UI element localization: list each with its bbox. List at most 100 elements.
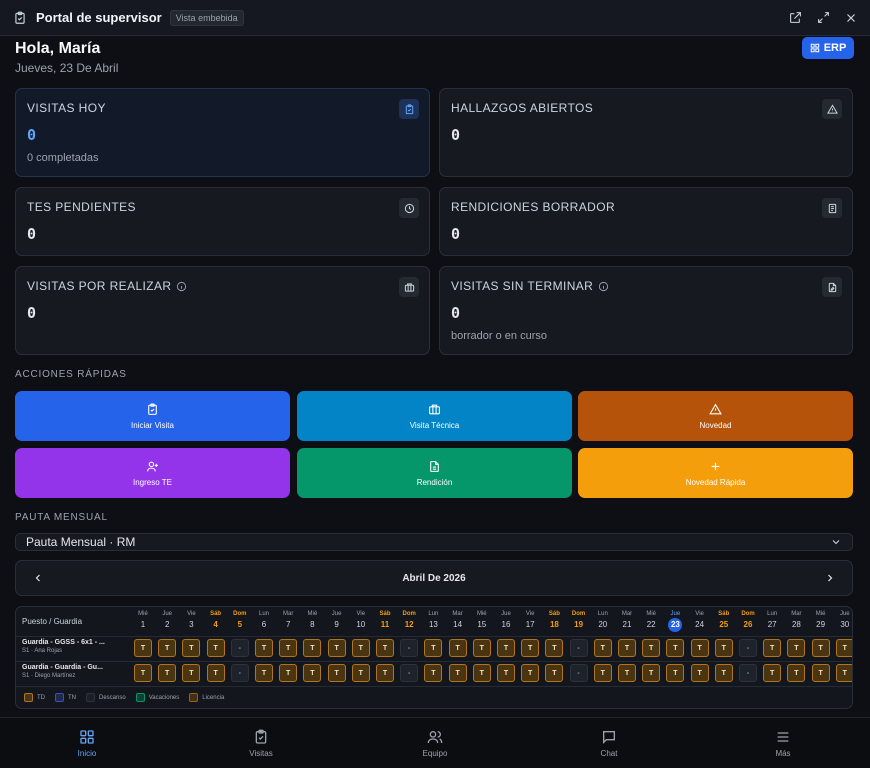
shift-cell[interactable]: T xyxy=(472,639,491,657)
quick-action-visita-tecnica[interactable]: Visita Técnica xyxy=(297,391,572,441)
shift-cell[interactable]: T xyxy=(497,664,515,682)
shift-cell[interactable]: T xyxy=(182,639,201,657)
close-icon[interactable] xyxy=(844,11,858,25)
shift-cell[interactable]: - xyxy=(739,639,757,657)
shift-cell[interactable]: T xyxy=(835,664,852,682)
shift-cell[interactable]: T xyxy=(327,664,346,682)
shift-cell[interactable]: - xyxy=(400,639,419,657)
shift-cell[interactable]: T xyxy=(545,639,564,657)
quick-action-iniciar-visita[interactable]: Iniciar Visita xyxy=(15,391,290,441)
shift-cell[interactable]: T xyxy=(666,639,685,657)
shift-cell[interactable]: T xyxy=(642,639,661,657)
shift-cell[interactable]: T xyxy=(376,639,394,657)
expand-icon[interactable] xyxy=(816,11,830,25)
shift-cell[interactable]: - xyxy=(400,664,419,682)
day-header: Jue 2 xyxy=(156,610,178,632)
shift-cell[interactable]: T xyxy=(811,639,830,657)
legend-label: Descanso xyxy=(99,694,126,701)
stat-visitas-hoy[interactable]: VISITAS HOY 0 0 completadas xyxy=(15,88,430,177)
nav-label: Más xyxy=(775,749,791,758)
shift-cell[interactable]: T xyxy=(618,639,636,657)
day-header: Mar 7 xyxy=(277,610,299,632)
shift-cell[interactable]: T xyxy=(690,639,709,657)
shift-cell[interactable]: T xyxy=(835,639,852,657)
shift-cell[interactable]: T xyxy=(448,639,467,657)
shift-cell[interactable]: T xyxy=(351,639,370,657)
shift-cell[interactable]: - xyxy=(230,664,249,682)
stat-hallazgos-abiertos[interactable]: HALLAZGOS ABIERTOS 0 xyxy=(439,88,853,177)
stat-label-text: VISITAS SIN TERMINAR xyxy=(451,279,594,293)
external-link-icon[interactable] xyxy=(788,11,802,25)
shift-cell[interactable]: T xyxy=(158,639,177,657)
shift-cell[interactable]: T xyxy=(593,639,612,657)
shift-cell[interactable]: T xyxy=(521,639,540,657)
shift-cell[interactable]: T xyxy=(279,639,298,657)
shift-cell[interactable]: - xyxy=(569,664,588,682)
shift-cell[interactable]: T xyxy=(714,664,733,682)
chevron-right-icon[interactable] xyxy=(824,572,836,584)
shift-cell[interactable]: T xyxy=(303,639,322,657)
shift-cell[interactable]: T xyxy=(545,664,564,682)
shift-cell[interactable]: T xyxy=(642,664,661,682)
shift-cell[interactable]: T xyxy=(376,664,394,682)
quick-action-label: Novedad xyxy=(699,421,732,430)
shift-cell[interactable]: T xyxy=(811,664,830,682)
shift-cell[interactable]: T xyxy=(763,664,782,682)
shift-cell[interactable]: T xyxy=(714,639,733,657)
day-header: Vie 24 xyxy=(689,610,711,632)
shift-cell[interactable]: T xyxy=(618,664,636,682)
shift-cell[interactable]: T xyxy=(593,664,612,682)
shift-cell[interactable]: T xyxy=(255,639,273,657)
document-icon xyxy=(428,459,442,473)
nav-inicio[interactable]: Inicio xyxy=(0,718,174,768)
quick-action-label: Iniciar Visita xyxy=(131,421,174,430)
stat-visitas-por-realizar[interactable]: VISITAS POR REALIZAR 0 xyxy=(15,266,430,355)
shift-cell[interactable]: T xyxy=(351,664,370,682)
shift-cell[interactable]: T xyxy=(134,664,152,682)
shift-cell[interactable]: - xyxy=(230,639,249,657)
shift-cell[interactable]: T xyxy=(424,664,443,682)
stat-rendiciones-borrador[interactable]: RENDICIONES BORRADOR 0 xyxy=(439,187,853,256)
day-header: Dom 12 xyxy=(398,610,420,632)
erp-button[interactable]: ERP xyxy=(802,37,854,59)
shift-cell[interactable]: T xyxy=(303,664,322,682)
quick-action-novedad-rapida[interactable]: Novedad Rápida xyxy=(578,448,853,498)
stat-tes-pendientes[interactable]: TES PENDIENTES 0 xyxy=(15,187,430,256)
shift-cell[interactable]: T xyxy=(521,664,540,682)
info-icon[interactable] xyxy=(176,281,187,292)
day-number: 16 xyxy=(501,620,511,629)
shift-cell[interactable]: T xyxy=(497,639,515,657)
chevron-left-icon[interactable] xyxy=(32,572,44,584)
shift-cell[interactable]: T xyxy=(787,639,806,657)
pauta-select[interactable]: Pauta Mensual · RM xyxy=(15,533,853,551)
shift-cell[interactable]: T xyxy=(690,664,709,682)
shift-cell[interactable]: T xyxy=(666,664,685,682)
nav-equipo[interactable]: Equipo xyxy=(348,718,522,768)
shift-cell[interactable]: T xyxy=(206,639,225,657)
shift-cell[interactable]: T xyxy=(158,664,177,682)
guard-name: Guardia - Guardia - Gu... xyxy=(22,664,103,671)
shift-cell[interactable]: T xyxy=(206,664,225,682)
shift-cell[interactable]: - xyxy=(569,639,588,657)
shift-cell[interactable]: T xyxy=(424,639,443,657)
shift-cell[interactable]: T xyxy=(279,664,298,682)
shift-cell[interactable]: T xyxy=(472,664,491,682)
shift-cell[interactable]: T xyxy=(134,639,152,657)
nav-mas[interactable]: Más xyxy=(696,718,870,768)
shift-cell[interactable]: T xyxy=(763,639,782,657)
quick-action-rendicion[interactable]: Rendición xyxy=(297,448,572,498)
day-name: Lun xyxy=(258,611,269,617)
shift-cell[interactable]: T xyxy=(448,664,467,682)
shift-cell[interactable]: T xyxy=(327,639,346,657)
quick-action-novedad[interactable]: Novedad xyxy=(578,391,853,441)
nav-chat[interactable]: Chat xyxy=(522,718,696,768)
stat-visitas-sin-terminar[interactable]: VISITAS SIN TERMINAR 0 borrador o en cur… xyxy=(439,266,853,355)
info-icon[interactable] xyxy=(598,281,609,292)
shift-cell[interactable]: - xyxy=(739,664,757,682)
nav-visitas[interactable]: Visitas xyxy=(174,718,348,768)
guard-row-1-label: Guardia - GGSS - 6x1 - ... S1 · Ana Roja… xyxy=(22,639,105,654)
quick-action-ingreso-te[interactable]: Ingreso TE xyxy=(15,448,290,498)
shift-cell[interactable]: T xyxy=(255,664,273,682)
shift-cell[interactable]: T xyxy=(787,664,806,682)
shift-cell[interactable]: T xyxy=(182,664,201,682)
